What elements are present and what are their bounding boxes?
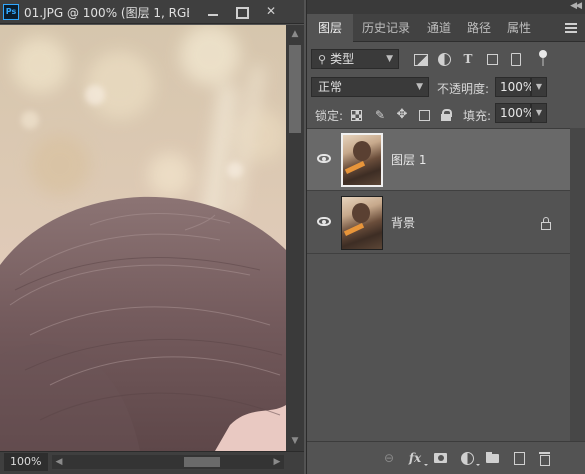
panel-menu-icon[interactable] (565, 23, 577, 33)
horizontal-scroll-thumb[interactable] (184, 457, 220, 467)
opacity-label: 不透明度: (437, 82, 490, 96)
layers-bottom-toolbar: ⊖ fx (307, 441, 585, 474)
tab-properties[interactable]: 属性 (499, 14, 539, 42)
scroll-left-icon[interactable]: ◀ (54, 456, 64, 468)
status-bar: 100% ◀ ▶ (0, 451, 304, 474)
vertical-scroll-thumb[interactable] (289, 45, 301, 133)
layer-name[interactable]: 图层 1 (391, 151, 426, 168)
chevron-down-icon: ▼ (416, 82, 423, 92)
opacity-field[interactable]: 100% (495, 77, 534, 97)
blend-row: 正常 ▼ 不透明度: 100% ▼ (307, 75, 585, 101)
fx-dropdown-icon (424, 464, 428, 466)
blend-mode-select[interactable]: 正常 ▼ (311, 77, 429, 97)
close-button[interactable]: ✕ (258, 2, 284, 21)
panel-tabs: 图层 历史记录 通道 路径 属性 (307, 14, 585, 42)
layer-thumbnail[interactable] (341, 133, 383, 187)
folder-icon[interactable] (485, 450, 501, 466)
lock-icon[interactable] (541, 217, 551, 230)
layers-panel: ◀◀ 图层 历史记录 通道 路径 属性 ⚲ 类型 ▼ T 正常 ▼ 不透明度: 1… (306, 0, 585, 474)
chevron-down-icon: ▼ (386, 54, 393, 64)
trash-icon[interactable] (537, 450, 553, 466)
visibility-eye-icon[interactable] (317, 217, 331, 226)
fill-field[interactable]: 100% (495, 103, 534, 123)
panel-topbar: ◀◀ (307, 0, 585, 14)
adjustment-icon[interactable] (459, 450, 475, 466)
filter-toggle-icon[interactable] (539, 50, 547, 67)
opacity-dropdown-button[interactable]: ▼ (531, 77, 547, 97)
filter-adjustment-icon[interactable] (437, 52, 451, 66)
new-layer-icon[interactable] (511, 450, 527, 466)
lock-label: 锁定: (315, 109, 344, 123)
horizontal-scrollbar[interactable]: ◀ ▶ (52, 455, 284, 469)
lock-position-icon[interactable]: ✥ (395, 108, 409, 122)
lock-transparent-pixels-icon[interactable] (351, 110, 362, 121)
layers-list: 图层 1 背景 (307, 128, 570, 441)
image-canvas[interactable] (0, 25, 286, 451)
fill-dropdown-button[interactable]: ▼ (531, 103, 547, 123)
filter-smart-object-icon[interactable] (509, 52, 523, 66)
lock-artboard-icon[interactable] (417, 108, 431, 122)
document-window: Ps 01.JPG @ 100% (图层 1, RGB... ✕ ▲ ▼ 100… (0, 0, 304, 474)
layer-name[interactable]: 背景 (391, 214, 415, 231)
document-titlebar[interactable]: Ps 01.JPG @ 100% (图层 1, RGB... ✕ (0, 0, 304, 24)
layer-row-layer1[interactable]: 图层 1 (307, 129, 570, 191)
layer-thumbnail[interactable] (341, 196, 383, 250)
filter-shape-icon[interactable] (485, 52, 499, 66)
zoom-field[interactable]: 100% (4, 453, 48, 471)
minimize-button[interactable] (200, 2, 226, 21)
maximize-button[interactable] (228, 2, 254, 21)
scroll-up-icon[interactable]: ▲ (290, 29, 300, 39)
filter-kind-select[interactable]: ⚲ 类型 ▼ (311, 49, 399, 69)
canvas-image (0, 25, 286, 451)
scroll-right-icon[interactable]: ▶ (272, 456, 282, 468)
fx-icon[interactable]: fx (407, 450, 423, 466)
filter-pixel-icon[interactable] (413, 52, 428, 66)
vertical-scrollbar[interactable]: ▲ ▼ (286, 25, 304, 451)
layer-filter-row: ⚲ 类型 ▼ T (307, 45, 585, 73)
filter-type-icon[interactable]: T (461, 52, 475, 66)
visibility-eye-icon[interactable] (317, 154, 331, 163)
photoshop-logo-icon: Ps (3, 4, 19, 20)
scroll-down-icon[interactable]: ▼ (290, 436, 300, 446)
tab-channels[interactable]: 通道 (419, 14, 459, 42)
lock-all-icon[interactable] (439, 108, 453, 122)
mask-icon[interactable] (433, 450, 449, 466)
tab-layers[interactable]: 图层 (307, 14, 353, 42)
layer-row-background[interactable]: 背景 (307, 192, 570, 254)
fill-label: 填充: (463, 109, 492, 123)
collapse-panel-icon[interactable]: ◀◀ (570, 1, 582, 11)
filter-kind-value: 类型 (330, 52, 355, 66)
search-icon: ⚲ (318, 53, 327, 66)
link-icon[interactable]: ⊖ (381, 450, 397, 466)
document-title: 01.JPG @ 100% (图层 1, RGB... (24, 6, 189, 20)
tab-history[interactable]: 历史记录 (353, 14, 419, 42)
tab-paths[interactable]: 路径 (459, 14, 499, 42)
layers-scrollbar[interactable] (570, 128, 585, 441)
blend-mode-value: 正常 (318, 80, 343, 94)
lock-image-pixels-icon[interactable]: ✎ (373, 108, 387, 122)
lock-row: 锁定: ✎ ✥ 填充: 100% ▼ (307, 103, 585, 127)
adjustment-dropdown-icon (476, 464, 480, 466)
